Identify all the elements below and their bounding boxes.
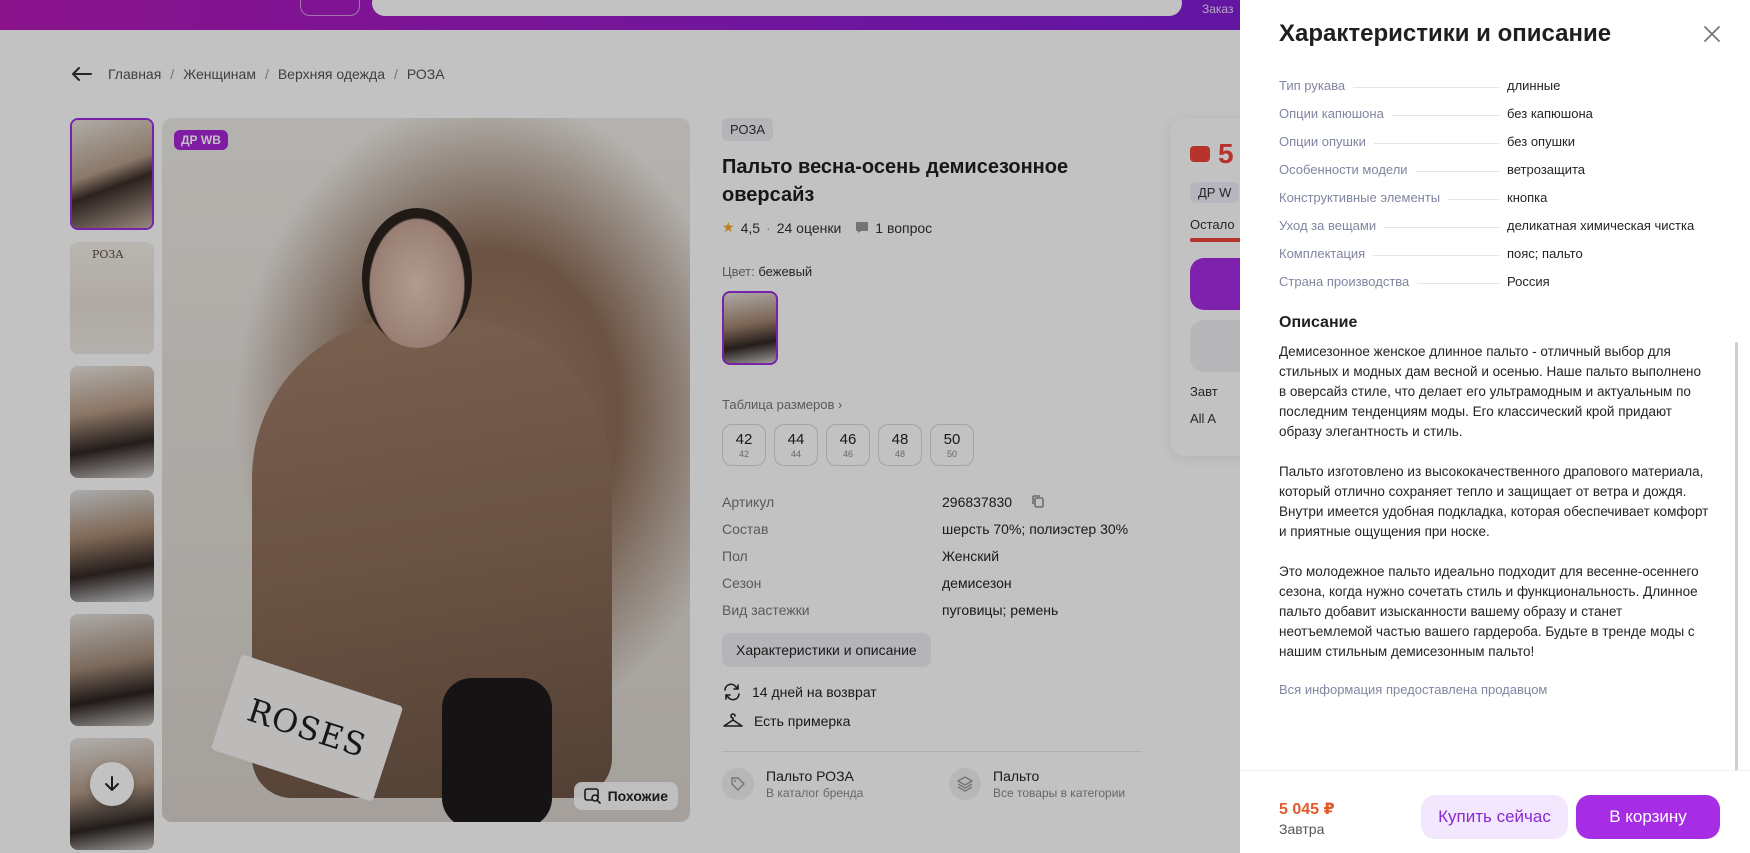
characteristic-key: Особенности модели — [1279, 162, 1408, 177]
characteristic-value: Россия — [1507, 274, 1550, 289]
characteristic-row: Уход за вещами деликатная химическая чист… — [1279, 216, 1719, 236]
characteristic-row: Тип рукава длинные — [1279, 76, 1719, 96]
footer-delivery-date: Завтра — [1279, 821, 1325, 837]
description-title: Описание — [1279, 314, 1358, 331]
characteristic-value: пояс; пальто — [1507, 246, 1583, 261]
seller-info-note: Вся информация предоставлена продавцом — [1279, 682, 1548, 697]
characteristic-row: Особенности модели ветрозащита — [1279, 160, 1719, 180]
footer-price: 5 045 ₽ — [1279, 801, 1335, 818]
close-icon[interactable] — [1700, 22, 1724, 46]
characteristics-list: Тип рукава длинные Опции капюшона без капюш… — [1279, 76, 1719, 292]
characteristic-key: Уход за вещами — [1279, 218, 1377, 233]
description-paragraph: Демисезонное женское длинное пальто - от… — [1279, 344, 1702, 439]
characteristic-key: Комплектация — [1279, 246, 1366, 261]
characteristic-key: Опции опушки — [1279, 134, 1366, 149]
characteristic-row: Страна производства Россия — [1279, 272, 1719, 292]
characteristic-row: Конструктивные элементы кнопка — [1279, 188, 1719, 208]
characteristic-row: Комплектация пояс; пальто — [1279, 244, 1719, 264]
characteristic-row: Опции капюшона без капюшона — [1279, 104, 1719, 124]
description-paragraph: Пальто изготовлено из высококачественног… — [1279, 464, 1709, 539]
characteristic-value: без опушки — [1507, 134, 1575, 149]
panel-content[interactable]: Тип рукава длинные Опции капюшона без капюш… — [1279, 76, 1719, 766]
panel-footer: 5 045 ₽ Завтра Купить сейчас В корзину — [1240, 770, 1750, 853]
characteristic-value: ветрозащита — [1507, 162, 1586, 177]
characteristics-panel: Характеристики и описание Тип рукава длин… — [1240, 0, 1750, 853]
characteristic-value: деликатная химическая чистка — [1507, 218, 1695, 233]
buy-now-button[interactable]: Купить сейчас — [1421, 795, 1568, 839]
characteristic-key: Тип рукава — [1279, 78, 1346, 93]
characteristic-value: без капюшона — [1507, 106, 1593, 121]
characteristic-key: Страна производства — [1279, 274, 1410, 289]
modal-backdrop[interactable] — [0, 0, 1240, 853]
panel-title: Характеристики и описание — [1279, 20, 1612, 47]
characteristic-key: Опции капюшона — [1279, 106, 1384, 121]
characteristic-key: Конструктивные элементы — [1279, 190, 1441, 205]
panel-scrollbar[interactable] — [1735, 342, 1738, 772]
description-paragraph: Это молодежное пальто идеально подходит … — [1279, 564, 1699, 659]
add-to-cart-button[interactable]: В корзину — [1576, 795, 1720, 839]
characteristic-value: длинные — [1507, 78, 1561, 93]
characteristic-value: кнопка — [1507, 190, 1548, 205]
characteristic-row: Опции опушки без опушки — [1279, 132, 1719, 152]
